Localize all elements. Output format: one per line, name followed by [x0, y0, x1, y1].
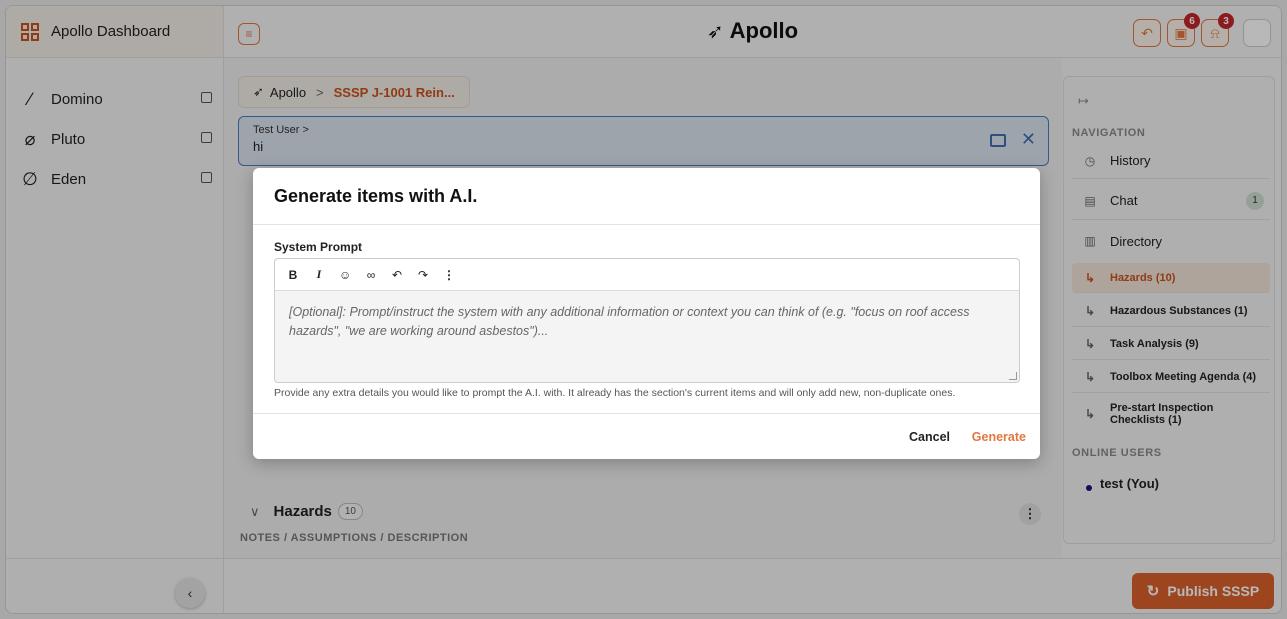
modal-title: Generate items with A.I. [253, 168, 1040, 225]
redo-icon[interactable]: ↷ [417, 268, 429, 282]
more-icon[interactable]: ⋮ [443, 268, 455, 282]
modal-footer: Cancel Generate [253, 413, 1040, 459]
generate-button[interactable]: Generate [972, 430, 1026, 444]
system-prompt-editor[interactable]: B I ☺ ∞ ↶ ↷ ⋮ [Optional]: Prompt/instruc… [274, 258, 1020, 383]
editor-toolbar: B I ☺ ∞ ↶ ↷ ⋮ [275, 259, 1019, 291]
undo-icon[interactable]: ↶ [391, 268, 403, 282]
system-prompt-label: System Prompt [274, 240, 363, 254]
emoji-icon[interactable]: ☺ [339, 268, 351, 282]
bold-icon[interactable]: B [287, 268, 299, 282]
prompt-placeholder[interactable]: [Optional]: Prompt/instruct the system w… [275, 291, 1019, 353]
generate-modal: Generate items with A.I. System Prompt B… [253, 168, 1040, 459]
helper-text: Provide any extra details you would like… [274, 387, 956, 399]
link-icon[interactable]: ∞ [365, 268, 377, 282]
resize-handle-icon[interactable] [1009, 372, 1017, 380]
italic-icon[interactable]: I [313, 267, 325, 282]
cancel-button[interactable]: Cancel [909, 430, 950, 444]
